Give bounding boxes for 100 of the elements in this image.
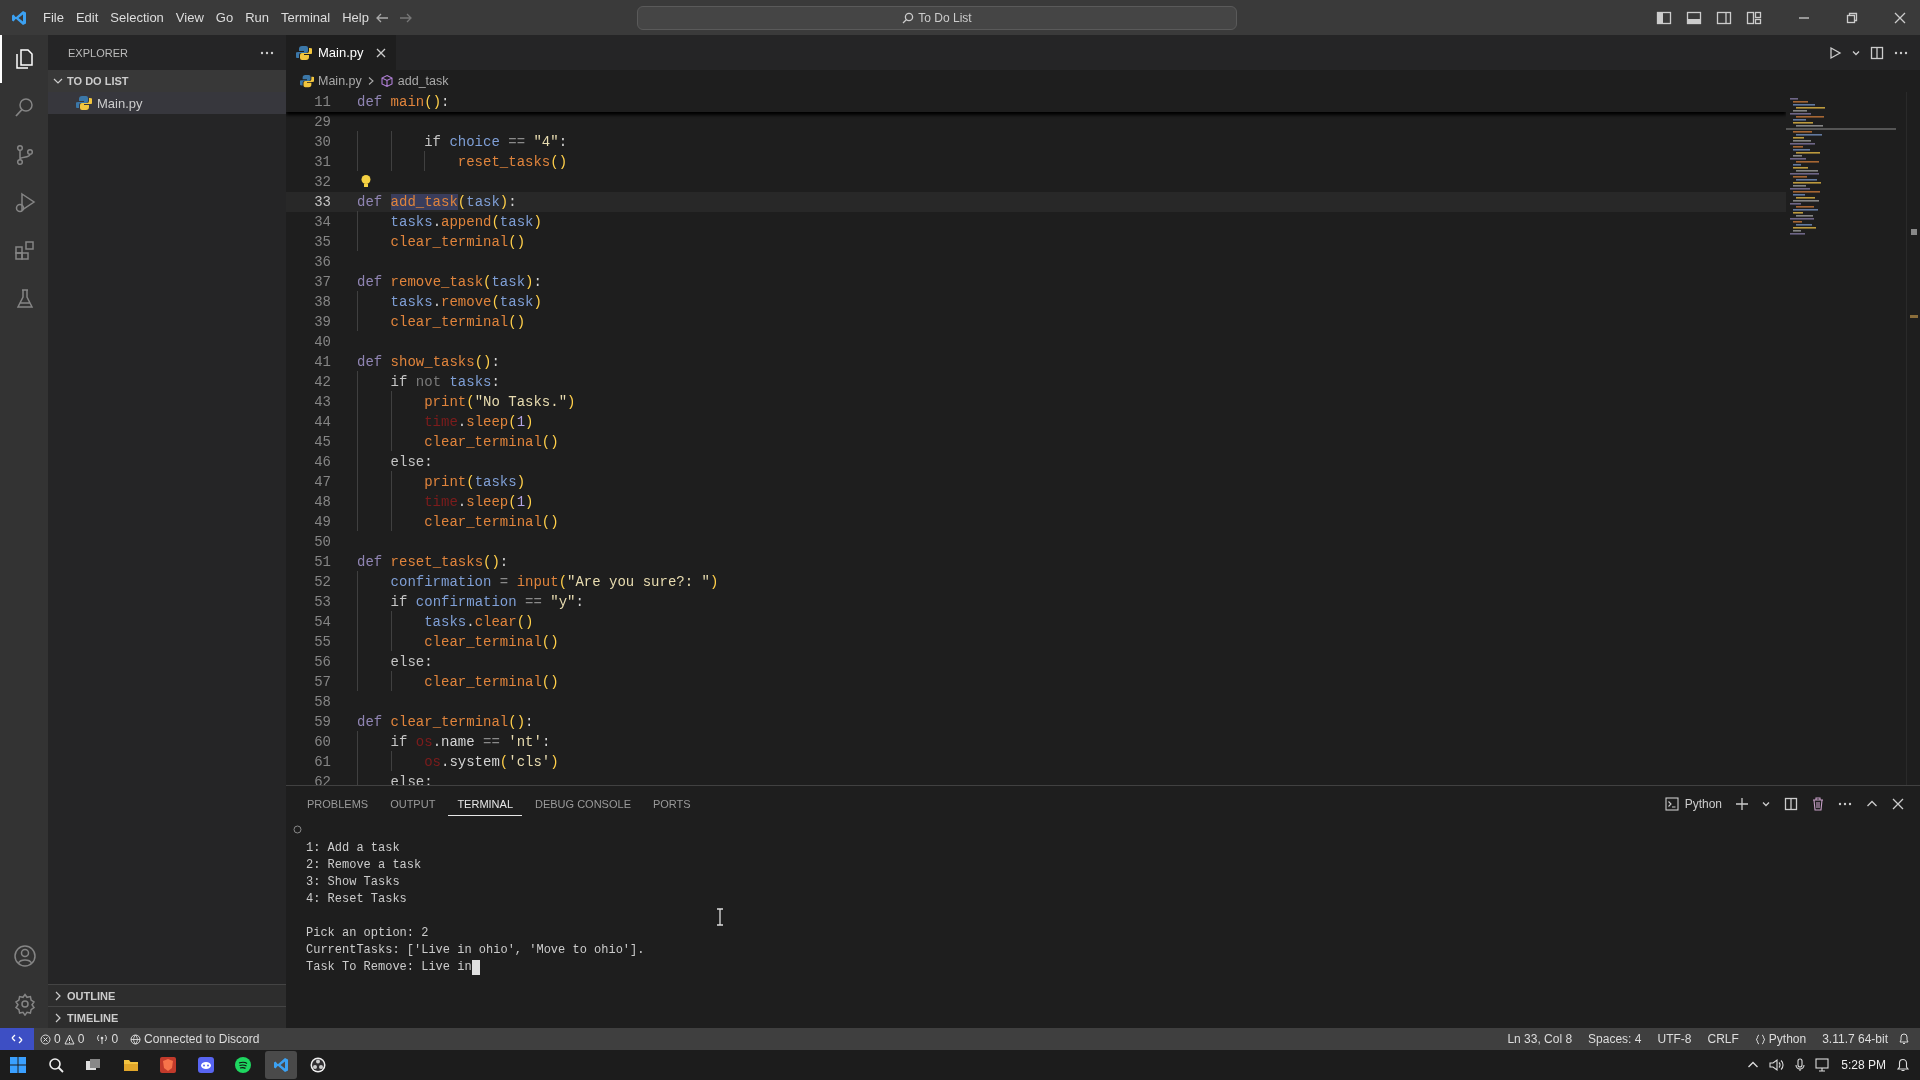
breadcrumb-item[interactable]: Main.py: [318, 74, 362, 88]
code-line: time.sleep(1): [357, 414, 534, 430]
interpreter-version[interactable]: 3.11.7 64-bit: [1816, 1032, 1894, 1046]
menu-item[interactable]: Go: [209, 7, 240, 28]
breadcrumb-item[interactable]: add_task: [397, 74, 449, 88]
code-line: print(tasks): [357, 474, 526, 490]
code-line: tasks.remove(task): [357, 294, 542, 310]
panel-tab[interactable]: OUTPUT: [381, 791, 445, 816]
line-number: 44: [313, 414, 331, 430]
line-number: 32: [313, 174, 331, 190]
speaker-icon[interactable]: [1769, 1058, 1786, 1072]
settings-icon[interactable]: [13, 992, 37, 1016]
layout-icon[interactable]: [1746, 9, 1762, 26]
language-mode[interactable]: Python: [1748, 1032, 1813, 1046]
line-number: 29: [313, 114, 331, 130]
more-icon[interactable]: [260, 50, 274, 55]
minimap-drawing[interactable]: [1786, 98, 1898, 238]
status-item[interactable]: CRLF: [1701, 1032, 1745, 1046]
bell-icon[interactable]: [1898, 1033, 1910, 1045]
code-line: print("No Tasks."): [357, 394, 576, 410]
command-center[interactable]: To Do List: [637, 5, 1237, 30]
terminal-line: 2: Remove a task: [306, 857, 422, 874]
taskbar-button[interactable]: [264, 1051, 297, 1079]
start-icon[interactable]: [10, 1057, 26, 1073]
more-icon[interactable]: [1894, 50, 1908, 55]
notification-bell-icon[interactable]: [1896, 1058, 1910, 1072]
section-title: TO DO LIST: [67, 75, 129, 87]
sidebar-title: EXPLORER: [68, 46, 128, 59]
terminal-name[interactable]: Python: [1684, 796, 1722, 811]
menu-item[interactable]: Edit: [69, 7, 105, 28]
restore-icon[interactable]: [1846, 11, 1858, 24]
line-number: 31: [313, 154, 331, 170]
clock[interactable]: 5:28 PM: [1841, 1058, 1886, 1072]
ports-indicator[interactable]: 0: [90, 1032, 125, 1046]
run-debug-icon[interactable]: [13, 191, 37, 215]
code-editor-icon: [272, 1057, 289, 1073]
account-icon[interactable]: [13, 944, 37, 968]
caret-icon[interactable]: [1852, 48, 1860, 57]
menu-item[interactable]: Terminal: [275, 7, 337, 28]
line-number: 33: [313, 194, 331, 210]
remote-button[interactable]: [0, 1028, 34, 1050]
microphone-icon[interactable]: [1795, 1058, 1806, 1072]
code-line: if choice == "4":: [357, 134, 568, 150]
panel-tab[interactable]: TERMINAL: [448, 791, 522, 816]
panel-tab[interactable]: PORTS: [643, 791, 700, 816]
chat-app-icon: [197, 1057, 214, 1073]
code-line: clear_terminal(): [357, 314, 526, 330]
toggle-secondary-sidebar-icon[interactable]: [1716, 9, 1732, 26]
line-number: 11: [313, 94, 331, 110]
panel-tab[interactable]: DEBUG CONSOLE: [526, 791, 640, 816]
task-view-icon: [85, 1057, 101, 1073]
terminal-icon: [1664, 796, 1679, 811]
split-terminal-icon[interactable]: [1784, 796, 1798, 811]
plus-icon[interactable]: [1736, 797, 1748, 810]
code-line: def add_task(task):: [357, 194, 517, 210]
menu-item[interactable]: Run: [239, 7, 275, 28]
file-name: Main.py: [97, 95, 143, 111]
code-line: if not tasks:: [357, 374, 500, 390]
split-editor-icon[interactable]: [1870, 45, 1884, 60]
toggle-sidebar-icon[interactable]: [1656, 9, 1672, 26]
section-header[interactable]: TO DO LIST: [48, 70, 286, 92]
error-icon: [40, 1033, 51, 1045]
terminal[interactable]: 1: Add a task 2: Remove a task 3: Show Tasks 4: Reset Tasks Pick an option: 2 CurrentTasks: ['Live in ohio', 'Move to ohio']. Task To Remove: Live in: [286, 821, 1920, 1028]
problems-indicator[interactable]: 0 0: [34, 1032, 91, 1046]
caret-icon[interactable]: [1762, 799, 1770, 808]
terminal-line: 4: Reset Tasks: [306, 891, 407, 908]
run-icon[interactable]: [1828, 45, 1842, 60]
line-number: 34: [313, 214, 331, 230]
trash-icon[interactable]: [1812, 796, 1824, 811]
recorder-icon: [310, 1057, 326, 1073]
close-icon[interactable]: [1892, 797, 1904, 810]
menu-item[interactable]: Selection: [104, 7, 170, 28]
status-item[interactable]: UTF-8: [1651, 1032, 1698, 1046]
extensions-icon[interactable]: [13, 239, 37, 263]
section-title: OUTLINE: [67, 989, 116, 1002]
scrollbar-thumb[interactable]: [1911, 229, 1917, 235]
menu-item[interactable]: View: [169, 7, 210, 28]
line-number: 56: [313, 654, 331, 670]
terminal-line: 3: Show Tasks: [306, 874, 400, 891]
close-icon[interactable]: [1894, 11, 1906, 24]
toggle-panel-icon[interactable]: [1686, 9, 1702, 26]
status-item[interactable]: Spaces: 4: [1582, 1032, 1648, 1046]
section-header[interactable]: OUTLINE: [48, 984, 286, 1006]
search-icon[interactable]: [47, 1057, 64, 1073]
line-number: 35: [313, 234, 331, 250]
music-app-icon: [235, 1057, 251, 1073]
explorer-entry[interactable]: Main.py: [48, 92, 286, 114]
status-item[interactable]: Ln 33, Col 8: [1501, 1032, 1579, 1046]
panel-tab[interactable]: PROBLEMS: [298, 791, 378, 816]
language-name: Python: [1768, 1032, 1807, 1046]
close-icon[interactable]: [375, 47, 386, 58]
more-icon[interactable]: [1838, 801, 1852, 806]
editor-tab[interactable]: Main.py: [286, 35, 396, 70]
menu-item[interactable]: Help: [336, 7, 375, 28]
terminal-line: CurrentTasks: ['Live in ohio', 'Move to ohio'].: [306, 942, 645, 959]
presence-item[interactable]: Connected to Discord: [124, 1032, 266, 1046]
section-header[interactable]: TIMELINE: [48, 1006, 286, 1028]
menu-item[interactable]: File: [37, 7, 70, 28]
lightbulb-icon[interactable]: [360, 174, 372, 188]
cube-icon: [379, 74, 394, 88]
